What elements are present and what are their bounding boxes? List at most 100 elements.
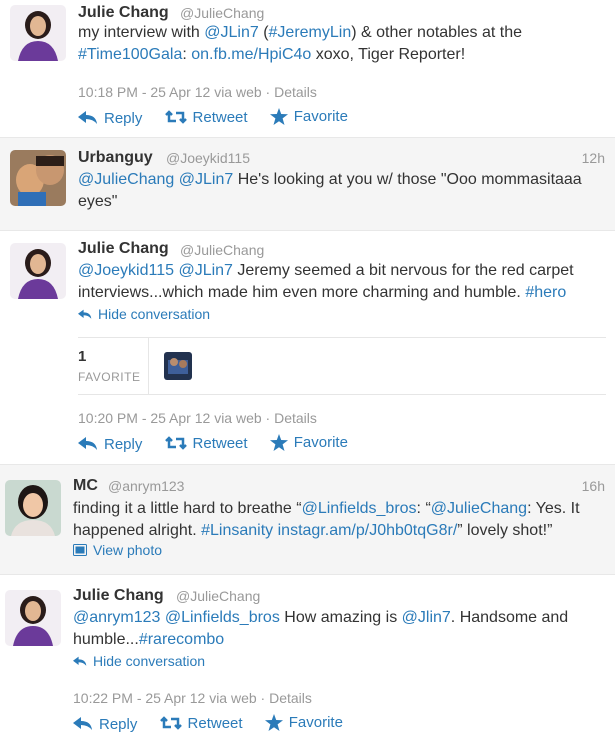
retweet-label: Retweet (187, 714, 243, 732)
hide-conversation-label: Hide conversation (93, 653, 206, 669)
retweet-label: Retweet (192, 108, 248, 126)
user-handle[interactable]: @anrym123 (108, 478, 184, 494)
reply-label: Reply (104, 109, 143, 127)
avatar[interactable] (10, 5, 66, 61)
favorite-count[interactable]: 1 (78, 348, 86, 365)
mention-link[interactable]: @Linfields_bros (302, 500, 417, 517)
hashtag-link[interactable]: #JeremyLin (269, 24, 352, 41)
retweet-label: Retweet (192, 434, 248, 452)
mention-link[interactable]: @Jlin7 (402, 609, 451, 626)
hide-conversation-link[interactable]: Hide conversation (78, 306, 210, 322)
favoriter-avatar[interactable] (164, 352, 192, 380)
url-link[interactable]: on.fb.me/HpiC4o (191, 46, 311, 63)
retweet-button[interactable]: Retweet (164, 434, 248, 452)
avatar[interactable] (10, 243, 66, 299)
star-icon (264, 714, 283, 731)
hashtag-link[interactable]: #hero (525, 284, 566, 301)
user-name[interactable]: Julie Chang (73, 587, 164, 605)
reply-icon (73, 656, 87, 666)
tweet-text: finding it a little hard to breathe “@Li… (73, 498, 608, 542)
tweet-time[interactable]: 16h (582, 478, 605, 494)
mention-link[interactable]: @JulieChang (431, 500, 527, 517)
hashtag-link[interactable]: #rarecombo (139, 631, 224, 648)
avatar[interactable] (5, 480, 61, 536)
tweet-5: Julie Chang @JulieChang @anrym123 @Linfi… (0, 574, 615, 743)
tweet-meta[interactable]: 10:20 PM - 25 Apr 12 via web · Details (78, 410, 317, 426)
favorite-count-label: FAVORITE (78, 370, 141, 384)
tweet-actions: Reply Retweet Favorite (78, 434, 366, 455)
text-segment: : (182, 46, 192, 63)
user-handle[interactable]: @JulieChang (180, 5, 264, 21)
reply-label: Reply (99, 715, 138, 733)
reply-icon (78, 111, 97, 124)
retweet-button[interactable]: Retweet (164, 108, 248, 126)
favorite-button[interactable]: Favorite (269, 434, 348, 451)
text-segment: ( (258, 24, 269, 41)
tweet-text: my interview with @JLin7 (#JeremyLin) & … (78, 22, 578, 66)
user-name[interactable]: Julie Chang (78, 4, 169, 22)
reply-icon (73, 717, 92, 730)
tweet-3: Julie Chang @JulieChang @Joeykid115 @JLi… (0, 230, 615, 464)
favorite-label: Favorite (293, 108, 348, 125)
tweet-meta[interactable]: 10:22 PM - 25 Apr 12 via web · Details (73, 690, 312, 706)
hashtag-link[interactable]: #Linsanity (201, 522, 273, 539)
avatar[interactable] (5, 590, 61, 646)
view-photo-label: View photo (93, 542, 163, 558)
text-segment: How amazing is (279, 609, 402, 626)
favorite-label: Favorite (288, 714, 343, 731)
reply-button[interactable]: Reply (78, 110, 142, 127)
user-name[interactable]: Urbanguy (78, 149, 153, 167)
mention-link[interactable]: @JLin7 (204, 24, 259, 41)
tweet-2: Urbanguy @Joeykid115 12h @JulieChang @JL… (0, 137, 615, 230)
tweet-text: @JulieChang @JLin7 He's looking at you w… (78, 169, 598, 213)
mention-link[interactable]: @JLin7 (179, 171, 234, 188)
retweet-icon (164, 436, 187, 450)
user-name[interactable]: Julie Chang (78, 240, 169, 258)
favorite-label: Favorite (293, 434, 348, 451)
reply-label: Reply (104, 435, 143, 453)
mention-link[interactable]: @JLin7 (178, 262, 233, 279)
hashtag-link[interactable]: #Time100Gala (78, 46, 182, 63)
tweet-text: @Joeykid115 @JLin7 Jeremy seemed a bit n… (78, 260, 608, 304)
user-handle[interactable]: @JulieChang (180, 242, 264, 258)
tweet-1: Julie Chang @JulieChang my interview wit… (0, 0, 615, 137)
favorites-box: 1 FAVORITE (78, 337, 606, 395)
tweet-4: MC @anrym123 16h finding it a little har… (0, 464, 615, 574)
mention-link[interactable]: @JulieChang (78, 171, 174, 188)
text-segment: : “ (416, 500, 431, 517)
hide-conversation-link[interactable]: Hide conversation (73, 653, 205, 669)
divider (148, 338, 149, 394)
reply-button[interactable]: Reply (78, 436, 142, 453)
favorite-button[interactable]: Favorite (269, 108, 348, 125)
retweet-button[interactable]: Retweet (159, 714, 243, 732)
favorite-button[interactable]: Favorite (264, 714, 343, 731)
retweet-icon (159, 716, 182, 730)
tweet-text: @anrym123 @Linfields_bros How amazing is… (73, 607, 608, 651)
star-icon (269, 108, 288, 125)
text-segment: xoxo, Tiger Reporter! (311, 46, 466, 63)
text-segment: ) & other notables at the (351, 24, 523, 41)
mention-link[interactable]: @anrym123 (73, 609, 160, 626)
reply-icon (78, 309, 92, 319)
text-segment: ” lovely shot!” (457, 522, 553, 539)
text-segment: finding it a little hard to breathe “ (73, 500, 302, 517)
text-segment: my interview with (78, 24, 205, 41)
avatar[interactable] (10, 150, 66, 206)
mention-link[interactable]: @Linfields_bros (165, 609, 280, 626)
reply-icon (78, 437, 97, 450)
star-icon (269, 434, 288, 451)
hide-conversation-label: Hide conversation (98, 306, 211, 322)
tweet-time[interactable]: 12h (582, 150, 605, 166)
user-name[interactable]: MC (73, 477, 98, 495)
tweet-meta[interactable]: 10:18 PM - 25 Apr 12 via web · Details (78, 84, 317, 100)
photo-icon (73, 544, 87, 556)
reply-button[interactable]: Reply (73, 716, 137, 733)
mention-link[interactable]: @Joeykid115 (78, 262, 174, 279)
url-link[interactable]: instagr.am/p/J0hb0tqG8r/ (278, 522, 458, 539)
view-photo-link[interactable]: View photo (73, 542, 162, 558)
user-handle[interactable]: @JulieChang (176, 588, 260, 604)
retweet-icon (164, 110, 187, 124)
user-handle[interactable]: @Joeykid115 (166, 150, 250, 166)
tweet-actions: Reply Retweet Favorite (73, 714, 361, 735)
tweet-actions: Reply Retweet Favorite (78, 108, 366, 129)
